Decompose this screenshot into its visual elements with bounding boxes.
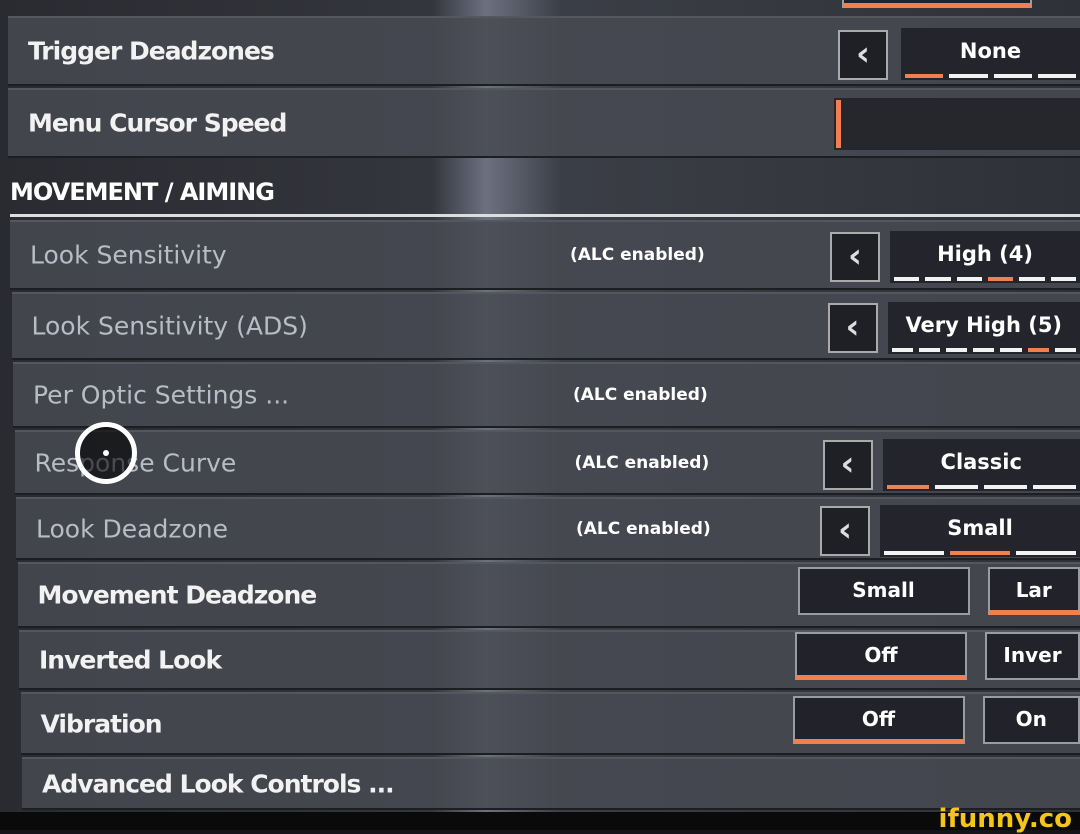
option-button[interactable]: Off [795, 632, 967, 680]
value-ticks [883, 485, 1080, 489]
value-selector[interactable]: None [901, 28, 1080, 80]
chevron-left-icon[interactable]: ‹ [838, 30, 888, 80]
value-ticks [880, 551, 1080, 555]
alc-note: (ALC enabled) [575, 453, 710, 473]
settings-screen: Trigger Deadzones ‹ None Menu Cursor Spe… [0, 0, 1080, 812]
setting-row[interactable]: Inverted Look Off Inver [19, 630, 1080, 690]
alc-note: (ALC enabled) [570, 245, 705, 265]
footer-bar: ifunny.co [0, 812, 1080, 830]
option-label: On [1016, 707, 1047, 731]
setting-row-trigger-deadzones[interactable]: Trigger Deadzones ‹ None [8, 16, 1080, 86]
setting-row[interactable]: Movement Deadzone Small Lar [18, 562, 1080, 628]
setting-row[interactable]: Look Sensitivity (ADS) ‹ Very High (5) [12, 292, 1080, 360]
setting-label: Look Sensitivity [30, 241, 227, 270]
setting-label: Menu Cursor Speed [28, 109, 286, 138]
option-button[interactable]: Off [793, 696, 965, 744]
option-label: Off [862, 707, 895, 731]
chevron-left-icon[interactable]: ‹ [820, 506, 870, 556]
setting-row[interactable]: Per Optic Settings ... (ALC enabled) [13, 362, 1080, 428]
value-selector[interactable]: High (4) [890, 231, 1080, 283]
setting-row[interactable]: Vibration Off On [21, 692, 1080, 755]
setting-label: Trigger Deadzones [28, 37, 274, 66]
value-selector[interactable]: Very High (5) [888, 302, 1080, 354]
option-button[interactable]: On [983, 696, 1080, 744]
setting-label: Look Deadzone [36, 514, 228, 543]
setting-label: Look Sensitivity (ADS) [32, 312, 308, 341]
chevron-left-icon[interactable]: ‹ [828, 303, 878, 353]
partial-option-button[interactable] [842, 0, 1032, 8]
cursor-icon [75, 422, 137, 484]
chevron-left-icon[interactable]: ‹ [823, 440, 873, 490]
value-ticks [901, 74, 1080, 78]
setting-row[interactable]: Look Deadzone (ALC enabled) ‹ Small [16, 497, 1080, 560]
option-label: Inver [1003, 643, 1061, 667]
value-ticks [890, 277, 1080, 281]
setting-label: Per Optic Settings ... [33, 381, 289, 410]
setting-label: Vibration [41, 709, 162, 738]
option-button[interactable]: Lar [988, 567, 1080, 615]
option-label: Off [864, 643, 897, 667]
value-selector[interactable]: Small [880, 505, 1080, 557]
alc-note: (ALC enabled) [576, 519, 711, 539]
value-ticks [888, 348, 1080, 352]
setting-label: Inverted Look [39, 646, 221, 675]
selected-value: None [960, 39, 1021, 63]
setting-label: Movement Deadzone [38, 581, 317, 610]
option-button[interactable]: Small [798, 567, 970, 615]
setting-row[interactable]: Advanced Look Controls ... [22, 757, 1080, 810]
setting-row-menu-cursor-speed[interactable]: Menu Cursor Speed [8, 88, 1080, 158]
setting-row[interactable]: Response Curve(ALC enabled)‹Classic [15, 430, 1080, 495]
selected-value: High (4) [937, 242, 1033, 266]
slider-handle[interactable] [836, 100, 841, 148]
selected-value: Classic [941, 450, 1022, 474]
option-button[interactable]: Inver [985, 632, 1080, 680]
option-label: Small [852, 578, 914, 602]
setting-row[interactable]: Look Sensitivity (ALC enabled) ‹ High (4) [10, 220, 1080, 290]
cursor-speed-slider[interactable] [834, 98, 1080, 150]
chevron-left-icon[interactable]: ‹ [830, 232, 880, 282]
selected-value: Very High (5) [905, 313, 1062, 337]
option-label: Lar [1016, 578, 1052, 602]
selected-value: Small [947, 516, 1013, 540]
section-divider [10, 214, 1080, 217]
value-selector[interactable]: Classic [883, 439, 1080, 491]
setting-label: Advanced Look Controls ... [42, 769, 394, 798]
alc-note: (ALC enabled) [573, 385, 708, 405]
section-title: MOVEMENT / AIMING [10, 178, 274, 206]
